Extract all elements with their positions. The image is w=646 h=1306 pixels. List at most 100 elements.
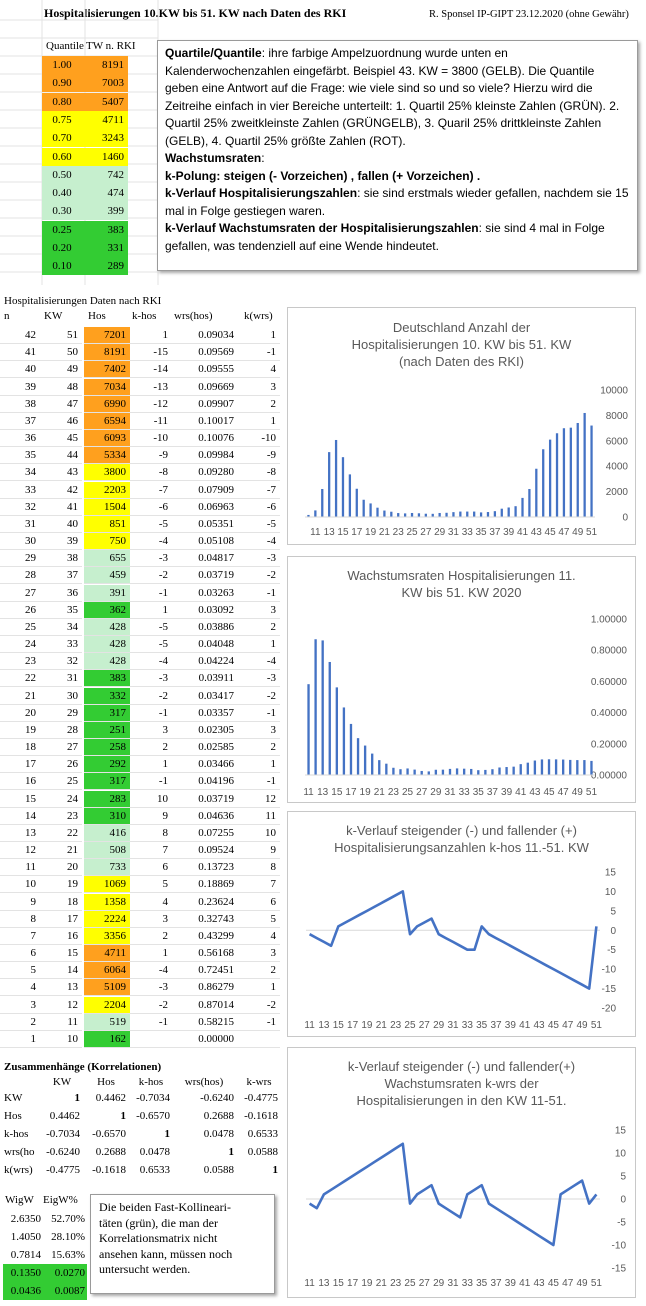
- data-cell-n: 42: [0, 327, 40, 344]
- x-tick-label: 29: [434, 527, 446, 538]
- data-cell-khos: -3: [130, 670, 172, 688]
- quantile-value: 0.70: [42, 129, 85, 148]
- corr-cell: 1: [120, 1110, 127, 1122]
- bar: [452, 512, 455, 517]
- data-cell-hos: 428: [84, 618, 130, 636]
- x-tick-label: 51: [591, 1020, 603, 1031]
- corr-cell: -0.4775: [244, 1092, 278, 1104]
- bar: [328, 661, 331, 775]
- data-cell-kwrs: 10: [238, 825, 280, 842]
- data-cell-khos: -2: [130, 688, 172, 705]
- quantile-value: 0.25: [42, 220, 85, 239]
- data-cell-kwrs: 7: [238, 876, 280, 894]
- x-tick-label: 41: [519, 1278, 531, 1289]
- data-cell-kw: 43: [40, 464, 82, 482]
- data-cell-kw: 25: [40, 773, 82, 791]
- bar: [466, 511, 469, 517]
- data-cell-khos: -4: [130, 533, 172, 551]
- data-cell-khos: 1: [130, 602, 172, 619]
- data-cell-n: 16: [0, 773, 40, 791]
- chart-k-wrs: k-Verlauf steigender (-) und fallender(+…: [287, 1047, 636, 1298]
- bar: [455, 768, 459, 775]
- x-tick-label: 43: [529, 787, 541, 798]
- bar: [590, 425, 593, 517]
- data-cell-hos: 162: [84, 1030, 130, 1048]
- bar: [363, 745, 367, 775]
- data-cell-hos: 317: [84, 704, 130, 722]
- data-cell-wrs: 0.58215: [172, 1014, 238, 1031]
- data-cell-wrs: 0.32743: [172, 911, 238, 928]
- tw-value: 5407: [85, 92, 128, 111]
- x-tick-label: 19: [365, 527, 377, 538]
- data-cell-khos: 4: [130, 894, 172, 911]
- data-cell-khos: -1: [130, 705, 172, 722]
- data-cell-kwrs: 2: [238, 962, 280, 980]
- data-cell-khos: -2: [130, 997, 172, 1014]
- data-cell-kw: 42: [40, 482, 82, 499]
- corr-cell: 0.2688: [95, 1146, 126, 1158]
- tw-value: 383: [85, 220, 128, 239]
- data-cell-kw: 33: [40, 636, 82, 654]
- x-tick-label: 19: [361, 1278, 373, 1289]
- bar: [562, 759, 565, 775]
- x-tick-label: 25: [406, 527, 418, 538]
- data-cell-hos: 750: [84, 533, 130, 551]
- x-tick-label: 27: [416, 787, 428, 798]
- chart-growth-rates-plot: 0.00000 0.20000 0.40000 0.60000 0.80000 1.000…: [303, 615, 627, 799]
- corr-cell: 0.0588: [203, 1164, 234, 1176]
- bar: [307, 684, 310, 775]
- bar: [505, 767, 508, 775]
- data-cell-kw: 35: [40, 602, 82, 619]
- data-cell-hos: 6064: [84, 962, 130, 980]
- chart-k-wrs-plot: -15-10-505101511 13 15 17 19 21 23 25 27 29 31 33 35…: [304, 1126, 627, 1290]
- data-cell-kw: 47: [40, 396, 82, 413]
- tw-value: 3243: [85, 129, 128, 148]
- bar: [542, 449, 545, 517]
- data-cell-kw: 20: [40, 859, 82, 877]
- data-cell-kwrs: 11: [238, 808, 280, 825]
- bar: [434, 769, 438, 775]
- corr-cell: -0.6570: [136, 1110, 170, 1122]
- data-cell-kwrs: 12: [238, 791, 280, 808]
- x-tick-label: 43: [533, 1278, 545, 1289]
- eigen-header: EigW%: [43, 1194, 78, 1206]
- data-cell-n: 39: [0, 379, 40, 396]
- data-cell-khos: -12: [130, 396, 172, 413]
- x-tick-label: 27: [420, 527, 432, 538]
- data-cell-wrs: 0.72451: [172, 962, 238, 980]
- corr-cell: 0.4462: [95, 1092, 126, 1104]
- data-cell-kwrs: 1: [238, 636, 280, 654]
- data-cell-n: 10: [0, 876, 40, 894]
- data-cell-kwrs: [238, 1031, 280, 1048]
- data-cell-wrs: 0.86279: [172, 979, 238, 997]
- y-tick-label: -10: [612, 1241, 627, 1252]
- data-cell-hos: 310: [84, 807, 130, 825]
- data-cell-kw: 29: [40, 705, 82, 722]
- data-cell-kwrs: -3: [238, 550, 280, 568]
- bar: [410, 512, 414, 517]
- data-header: k-hos: [132, 310, 157, 322]
- bar: [392, 767, 395, 775]
- data-cell-kw: 30: [40, 688, 82, 705]
- x-tick-label: 45: [548, 1278, 560, 1289]
- data-cell-khos: 1: [130, 945, 172, 963]
- x-tick-label: 45: [545, 527, 557, 538]
- data-cell-wrs: 0.02585: [172, 739, 238, 757]
- data-cell-hos: 2203: [84, 481, 130, 499]
- bar: [548, 439, 552, 517]
- data-table-title: Hospitalisierungen Daten nach RKI: [4, 295, 162, 307]
- bar: [547, 759, 551, 775]
- data-cell-khos: -3: [130, 550, 172, 568]
- data-cell-kw: 44: [40, 447, 82, 465]
- y-tick-label: 2000: [606, 487, 629, 498]
- quantile-text: : ihre farbige Ampelzuordnung wurde unte…: [165, 46, 620, 148]
- corr-header: Hos: [97, 1076, 115, 1088]
- eigen-value: 0.7814: [10, 1249, 41, 1261]
- quantile-value: 0.60: [42, 147, 85, 166]
- bar: [420, 770, 423, 775]
- y-tick-label: 15: [615, 1126, 627, 1137]
- chart-k-hos: k-Verlauf steigender (-) und fallender (…: [287, 811, 636, 1037]
- x-tick-label: 51: [586, 787, 598, 798]
- data-cell-n: 2: [0, 1014, 40, 1031]
- data-cell-kw: 46: [40, 413, 82, 430]
